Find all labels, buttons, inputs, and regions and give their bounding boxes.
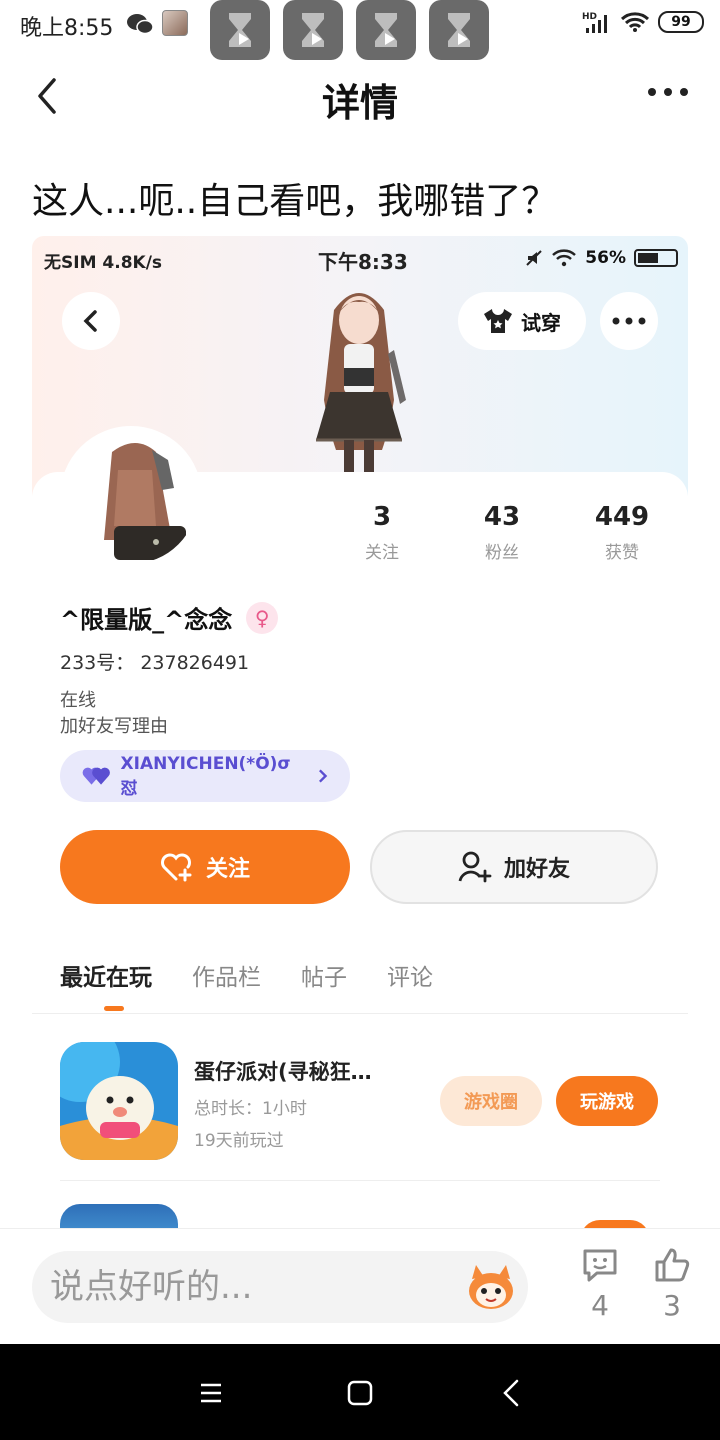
hd-signal-icon: HD (582, 12, 607, 33)
female-gender-icon: ♀ (246, 601, 279, 634)
stat-label: 关注 (365, 543, 399, 563)
list-divider (60, 1180, 660, 1181)
add-friend-button[interactable]: 加好友 (370, 830, 658, 904)
double-heart-icon (82, 767, 110, 785)
page-title: 详情 (321, 81, 398, 125)
embedded-battery-percent: 56% (585, 248, 626, 268)
online-status: 在线 (60, 690, 96, 711)
user-id-row: 233号： 237826491 (60, 648, 249, 675)
stat-number: 43 (483, 502, 521, 532)
follow-button[interactable]: 关注 (60, 830, 350, 904)
like-count: 3 (663, 1289, 681, 1322)
hourglass-play-icon (356, 0, 416, 60)
profile-more-button[interactable] (600, 292, 658, 350)
game-circle-button[interactable]: 游戏圈 (440, 1076, 542, 1126)
hourglass-play-icon (283, 0, 343, 60)
embedded-status-right: 56% (525, 248, 678, 268)
like-count-button[interactable]: 3 (642, 1247, 702, 1322)
relationship-tag-text: XIANYICHEN(*Ö)σ怼 (120, 753, 291, 799)
stat-likes[interactable]: 449 获赞 (562, 502, 682, 563)
battery-icon (634, 249, 678, 267)
add-friend-label: 加好友 (503, 857, 570, 882)
thumbs-up-icon (655, 1248, 690, 1282)
battery-icon: 99 (658, 11, 704, 33)
game-app-icon[interactable] (60, 1042, 178, 1160)
stat-following[interactable]: 3 关注 (322, 502, 442, 563)
comment-count: 4 (591, 1289, 609, 1322)
comment-bar: 4 3 (0, 1228, 720, 1344)
comment-smile-icon (583, 1249, 617, 1282)
game-list-item[interactable]: 蛋仔派对(寻秘狂… 总时长：1小时 19天前玩过 游戏圈 玩游戏 (32, 1042, 688, 1182)
follow-label: 关注 (205, 857, 250, 882)
profile-back-button[interactable] (62, 292, 120, 350)
nickname-row: ^限量版_^念念 ♀ (60, 600, 279, 635)
play-game-button[interactable]: 玩游戏 (556, 1076, 658, 1126)
wifi-icon (552, 249, 577, 267)
uid-value: 237826491 (140, 652, 250, 674)
shirt-icon (484, 309, 512, 333)
clipped-text-fragment (128, 128, 378, 144)
chevron-right-icon (318, 769, 327, 783)
more-dots-icon (612, 317, 646, 325)
post-body-text: 这人...呃..自己看吧，我哪错了？ (32, 181, 558, 222)
uid-label: 233号： (60, 652, 135, 674)
game-title: 蛋仔派对(寻秘狂… (194, 1060, 372, 1084)
tab-works[interactable]: 作品栏 (192, 958, 261, 992)
stat-number: 3 (372, 502, 392, 532)
friend-reason-note: 加好友写理由 (60, 716, 168, 737)
hourglass-play-icon (429, 0, 489, 60)
stat-label: 粉丝 (485, 543, 519, 563)
system-navigation-bar (0, 1344, 720, 1440)
mute-icon (526, 250, 543, 266)
top-navigation: 详情 (0, 60, 720, 132)
notification-avatar-icon (162, 10, 188, 36)
tab-comments[interactable]: 评论 (387, 958, 433, 992)
egg-party-game-icon (60, 1042, 178, 1160)
profile-avatar[interactable] (60, 426, 202, 568)
heart-plus-icon (161, 853, 192, 882)
status-right-group: HD 99 (582, 10, 704, 34)
wechat-icon (127, 14, 154, 35)
home-icon[interactable] (345, 1378, 375, 1408)
comment-count-button[interactable]: 4 (570, 1247, 630, 1322)
back-arrow-icon (83, 310, 97, 332)
stat-number: 449 (594, 502, 650, 532)
add-user-icon (458, 851, 492, 883)
game-last-played: 19天前玩过 (194, 1131, 284, 1151)
more-options-icon[interactable] (648, 82, 696, 102)
profile-tabs: 最近在玩 作品栏 帖子 评论 (60, 958, 433, 1011)
avatar-character-figure (316, 293, 406, 474)
stat-label: 获赞 (605, 543, 639, 563)
embedded-status-left: 无SIM 4.8K/s (44, 253, 163, 273)
game-total-duration: 总时长：1小时 (194, 1099, 307, 1119)
stat-followers[interactable]: 43 粉丝 (442, 502, 562, 563)
tab-recent-playing[interactable]: 最近在玩 (60, 958, 152, 1011)
relationship-tag[interactable]: XIANYICHEN(*Ö)σ怼 (60, 750, 350, 802)
wifi-icon (620, 12, 650, 32)
hourglass-play-icon (210, 0, 270, 60)
embedded-status-time: 下午8:33 (318, 250, 408, 274)
tab-posts[interactable]: 帖子 (301, 958, 347, 992)
status-time: 晚上8:55 (20, 16, 114, 41)
try-on-label: 试穿 (521, 310, 561, 335)
svg-text:HD: HD (582, 12, 597, 22)
nickname: ^限量版_^念念 (60, 606, 233, 634)
embedded-screenshot[interactable]: 无SIM 4.8K/s 下午8:33 56% 试穿 3 关注 43 粉丝 449… (32, 236, 688, 1236)
mascot-emoji-icon[interactable] (466, 1263, 516, 1311)
status-bar: 晚上8:55 HD 99 (0, 0, 720, 60)
tab-divider (32, 1013, 688, 1014)
comment-input[interactable] (32, 1251, 528, 1323)
profile-stats: 3 关注 43 粉丝 449 获赞 (322, 502, 682, 563)
recent-apps-icon[interactable] (196, 1378, 226, 1408)
try-on-button[interactable]: 试穿 (458, 292, 586, 350)
back-icon[interactable] (497, 1378, 527, 1408)
